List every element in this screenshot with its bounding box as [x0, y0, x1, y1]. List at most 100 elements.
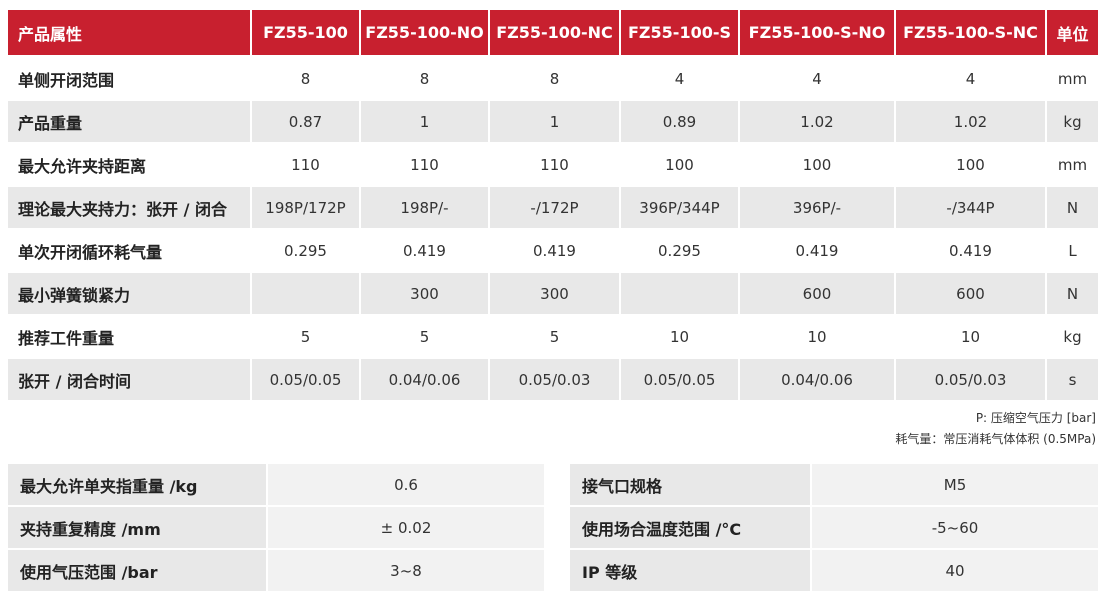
- footnotes: P: 压缩空气压力 [bar] 耗气量：常压消耗气体体积 (0.5MPa): [895, 408, 1096, 450]
- header-property: 产品属性: [8, 10, 250, 55]
- value-cell: 0.04/0.06: [738, 357, 894, 400]
- row-label: 理论最大夹持力：张开 / 闭合: [8, 185, 250, 228]
- extra-value: 0.6: [266, 462, 544, 505]
- value-cell: -/344P: [894, 185, 1045, 228]
- value-cell: 198P/-: [359, 185, 488, 228]
- extra-row: 使用场合温度范围 /°C -5~60: [570, 505, 1098, 548]
- extra-label: IP 等级: [570, 548, 810, 591]
- row-label: 单次开闭循环耗气量: [8, 228, 250, 271]
- value-cell: 110: [250, 142, 359, 185]
- unit-cell: kg: [1045, 314, 1098, 357]
- value-cell: 0.05/0.03: [894, 357, 1045, 400]
- value-cell: 0.05/0.03: [488, 357, 619, 400]
- value-cell: 1: [359, 99, 488, 142]
- value-cell: 5: [359, 314, 488, 357]
- table-row: 推荐工件重量 5 5 5 10 10 10 kg: [8, 314, 1098, 357]
- table-row: 理论最大夹持力：张开 / 闭合 198P/172P 198P/- -/172P 396P…: [8, 185, 1098, 228]
- spec-header-row: 产品属性 FZ55-100 FZ55-100-NO FZ55-100-NC FZ55-1…: [8, 10, 1098, 55]
- extra-label: 接气口规格: [570, 462, 810, 505]
- row-label: 推荐工件重量: [8, 314, 250, 357]
- value-cell: 300: [359, 271, 488, 314]
- extra-row: 夹持重复精度 /mm ± 0.02: [8, 505, 544, 548]
- spec-body: 单侧开闭范围 8 8 8 4 4 4 mm 产品重量 0.87 1 1 0.89 1.02 1.02 kg 最大…: [8, 55, 1098, 400]
- header-model: FZ55-100-S-NO: [738, 10, 894, 55]
- value-cell: 4: [738, 55, 894, 99]
- unit-cell: mm: [1045, 55, 1098, 99]
- value-cell: 4: [894, 55, 1045, 99]
- value-cell: 10: [738, 314, 894, 357]
- value-cell: 0.419: [359, 228, 488, 271]
- value-cell: 5: [250, 314, 359, 357]
- value-cell: 0.419: [738, 228, 894, 271]
- value-cell: 110: [488, 142, 619, 185]
- unit-cell: N: [1045, 271, 1098, 314]
- value-cell: 1.02: [738, 99, 894, 142]
- spec-table: 产品属性 FZ55-100 FZ55-100-NO FZ55-100-NC FZ55-1…: [8, 10, 1098, 400]
- unit-cell: s: [1045, 357, 1098, 400]
- value-cell: 396P/344P: [619, 185, 738, 228]
- row-label: 最小弹簧锁紧力: [8, 271, 250, 314]
- value-cell: 0.295: [250, 228, 359, 271]
- extra-row: IP 等级 40: [570, 548, 1098, 591]
- value-cell: 100: [894, 142, 1045, 185]
- table-row: 单次开闭循环耗气量 0.295 0.419 0.419 0.295 0.419 0.419 L: [8, 228, 1098, 271]
- table-row: 单侧开闭范围 8 8 8 4 4 4 mm: [8, 55, 1098, 99]
- value-cell: [250, 271, 359, 314]
- row-label: 最大允许夹持距离: [8, 142, 250, 185]
- value-cell: 100: [738, 142, 894, 185]
- pressure-note: P: 压缩空气压力 [bar]: [975, 411, 1096, 425]
- header-model: FZ55-100-S-NC: [894, 10, 1045, 55]
- value-cell: 1: [488, 99, 619, 142]
- header-model: FZ55-100-NO: [359, 10, 488, 55]
- value-cell: 1.02: [894, 99, 1045, 142]
- value-cell: 0.419: [894, 228, 1045, 271]
- value-cell: 198P/172P: [250, 185, 359, 228]
- value-cell: [619, 271, 738, 314]
- value-cell: -/172P: [488, 185, 619, 228]
- value-cell: 110: [359, 142, 488, 185]
- value-cell: 0.87: [250, 99, 359, 142]
- extra-value: 40: [810, 548, 1098, 591]
- table-row: 产品重量 0.87 1 1 0.89 1.02 1.02 kg: [8, 99, 1098, 142]
- value-cell: 300: [488, 271, 619, 314]
- unit-cell: mm: [1045, 142, 1098, 185]
- value-cell: 0.295: [619, 228, 738, 271]
- value-cell: 8: [250, 55, 359, 99]
- consumption-note: 耗气量：常压消耗气体体积 (0.5MPa): [895, 432, 1096, 446]
- extra-label: 使用气压范围 /bar: [8, 548, 266, 591]
- value-cell: 396P/-: [738, 185, 894, 228]
- extra-label: 使用场合温度范围 /°C: [570, 505, 810, 548]
- row-label: 单侧开闭范围: [8, 55, 250, 99]
- extra-row: 最大允许单夹指重量 /kg 0.6: [8, 462, 544, 505]
- extra-spec-left: 最大允许单夹指重量 /kg 0.6 夹持重复精度 /mm ± 0.02 使用气压范围 /…: [8, 462, 544, 591]
- extra-value: ± 0.02: [266, 505, 544, 548]
- value-cell: 0.05/0.05: [250, 357, 359, 400]
- header-model: FZ55-100: [250, 10, 359, 55]
- value-cell: 5: [488, 314, 619, 357]
- value-cell: 10: [619, 314, 738, 357]
- value-cell: 0.89: [619, 99, 738, 142]
- value-cell: 0.05/0.05: [619, 357, 738, 400]
- header-unit: 单位: [1045, 10, 1098, 55]
- value-cell: 0.419: [488, 228, 619, 271]
- value-cell: 600: [894, 271, 1045, 314]
- unit-cell: L: [1045, 228, 1098, 271]
- extra-value: 3~8: [266, 548, 544, 591]
- unit-cell: kg: [1045, 99, 1098, 142]
- value-cell: 0.04/0.06: [359, 357, 488, 400]
- extra-spec-right: 接气口规格 M5 使用场合温度范围 /°C -5~60 IP 等级 40: [570, 462, 1098, 591]
- extra-value: -5~60: [810, 505, 1098, 548]
- table-row: 最小弹簧锁紧力 300 300 600 600 N: [8, 271, 1098, 314]
- extra-row: 使用气压范围 /bar 3~8: [8, 548, 544, 591]
- extra-value: M5: [810, 462, 1098, 505]
- row-label: 产品重量: [8, 99, 250, 142]
- table-row: 张开 / 闭合时间 0.05/0.05 0.04/0.06 0.05/0.03 0.05…: [8, 357, 1098, 400]
- extra-label: 夹持重复精度 /mm: [8, 505, 266, 548]
- header-model: FZ55-100-NC: [488, 10, 619, 55]
- value-cell: 10: [894, 314, 1045, 357]
- value-cell: 600: [738, 271, 894, 314]
- extra-row: 接气口规格 M5: [570, 462, 1098, 505]
- row-label: 张开 / 闭合时间: [8, 357, 250, 400]
- unit-cell: N: [1045, 185, 1098, 228]
- value-cell: 8: [488, 55, 619, 99]
